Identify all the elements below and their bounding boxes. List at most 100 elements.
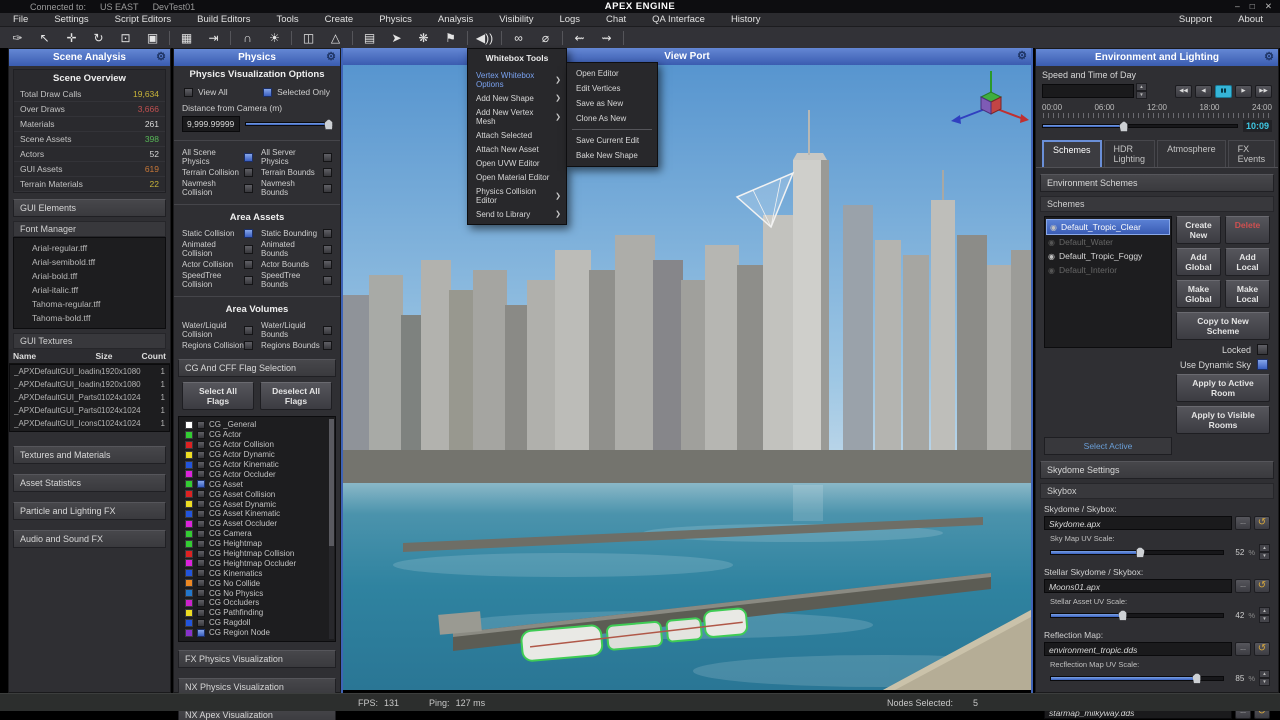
toggle-row[interactable]: Water/Liquid Bounds bbox=[261, 321, 332, 339]
toggle-row[interactable]: Regions Collision bbox=[182, 341, 253, 350]
menu-item[interactable]: Support bbox=[1166, 14, 1225, 25]
select-active-button[interactable]: Select Active bbox=[1044, 437, 1172, 455]
distance-slider[interactable] bbox=[245, 122, 332, 126]
menu-item[interactable]: Analysis bbox=[425, 14, 486, 25]
browse-button[interactable]: ... bbox=[1235, 516, 1251, 530]
checkbox[interactable] bbox=[197, 599, 205, 607]
checkbox[interactable] bbox=[197, 629, 205, 637]
checkbox[interactable] bbox=[197, 530, 205, 538]
checkbox[interactable] bbox=[197, 421, 205, 429]
menu-item[interactable]: Script Editors bbox=[102, 14, 185, 25]
scrollbar[interactable] bbox=[329, 419, 334, 639]
checkbox[interactable] bbox=[197, 470, 205, 478]
scheme-action-button[interactable]: Create New bbox=[1176, 216, 1221, 244]
spinner-down-icon[interactable]: ▼ bbox=[1136, 91, 1147, 99]
col-size[interactable]: Size bbox=[95, 351, 141, 361]
scheme-item[interactable]: ◉ Default_Water bbox=[1045, 235, 1171, 249]
spinner-down-icon[interactable]: ▼ bbox=[1259, 615, 1270, 623]
menu-item[interactable]: Clone As New bbox=[567, 111, 657, 126]
uv-spinner[interactable]: ▲ ▼ bbox=[1259, 670, 1270, 686]
flag-row[interactable]: CG No Collide bbox=[179, 578, 335, 588]
flag-row[interactable]: CG Pathfinding bbox=[179, 608, 335, 618]
flag-row[interactable]: CG Region Node bbox=[179, 628, 335, 638]
checkbox[interactable] bbox=[197, 500, 205, 508]
lattice-icon[interactable]: ❋ bbox=[410, 28, 437, 48]
undo-icon[interactable]: ↺ bbox=[1254, 516, 1270, 530]
flag-row[interactable]: CG Occluders bbox=[179, 598, 335, 608]
collapsed-section[interactable]: Audio and Sound FX bbox=[13, 530, 166, 548]
link-icon[interactable]: ∞ bbox=[505, 28, 532, 48]
checkbox[interactable] bbox=[197, 579, 205, 587]
menu-item[interactable]: File bbox=[0, 14, 41, 25]
unlink-icon[interactable]: ⌀ bbox=[532, 28, 559, 48]
spinner-up-icon[interactable]: ▲ bbox=[1136, 83, 1147, 91]
toggle-row[interactable]: Terrain Bounds bbox=[261, 168, 332, 177]
checkbox[interactable] bbox=[323, 245, 332, 254]
scheme-action-button[interactable]: Make Local bbox=[1225, 280, 1270, 308]
tab[interactable]: Schemes bbox=[1042, 140, 1102, 167]
pause[interactable]: ▮▮ bbox=[1215, 85, 1232, 98]
table-row[interactable]: _APXDefaultGUI_Parts01 1024x1024 1 bbox=[10, 391, 169, 404]
menu-item[interactable]: Chat bbox=[593, 14, 639, 25]
toggle-row[interactable]: All Scene Physics bbox=[182, 148, 253, 166]
section-font-manager[interactable]: Font Manager bbox=[13, 221, 166, 237]
deselect-all-flags-button[interactable]: Deselect All Flags bbox=[260, 382, 332, 410]
menu-item[interactable]: QA Interface bbox=[639, 14, 718, 25]
flag-row[interactable]: CG No Physics bbox=[179, 588, 335, 598]
flag-row[interactable]: CG _General bbox=[179, 420, 335, 430]
flag-row[interactable]: CG Asset Collision bbox=[179, 489, 335, 499]
flag-row[interactable]: CG Camera bbox=[179, 529, 335, 539]
scheme-item[interactable]: ◉ Default_Tropic_Clear bbox=[1046, 219, 1170, 235]
checkbox[interactable] bbox=[184, 88, 193, 97]
checkbox[interactable] bbox=[197, 559, 205, 567]
checkbox[interactable] bbox=[197, 510, 205, 518]
spinner-up-icon[interactable]: ▲ bbox=[1259, 607, 1270, 615]
slider-handle[interactable] bbox=[1192, 673, 1201, 684]
rotate-icon[interactable]: ↻ bbox=[85, 28, 112, 48]
restore[interactable]: □ bbox=[1250, 1, 1255, 12]
walk-to-flag-icon[interactable]: ⇜ bbox=[566, 28, 593, 48]
toggle-row[interactable]: All Server Physics bbox=[261, 148, 332, 166]
gear-icon[interactable]: ⚙ bbox=[326, 50, 336, 63]
toggle-row[interactable]: Actor Bounds bbox=[261, 260, 332, 269]
menu-item[interactable]: Physics Collision Editor ❯ bbox=[468, 184, 566, 207]
toggle-row[interactable]: Animated Collision bbox=[182, 240, 253, 258]
checkbox[interactable] bbox=[197, 520, 205, 528]
checkbox-row[interactable]: View All bbox=[184, 87, 228, 97]
checkbox[interactable] bbox=[323, 276, 332, 285]
section-flag-selection[interactable]: CG And CFF Flag Selection bbox=[178, 359, 336, 377]
gear-icon[interactable]: ⚙ bbox=[1017, 49, 1027, 62]
menu-item[interactable]: Edit Vertices bbox=[567, 81, 657, 96]
menu-item[interactable]: Tools bbox=[263, 14, 311, 25]
flag-row[interactable]: CG Asset bbox=[179, 479, 335, 489]
browse-button[interactable]: ... bbox=[1235, 642, 1251, 656]
flag-row[interactable]: CG Actor Collision bbox=[179, 440, 335, 450]
checkbox[interactable] bbox=[197, 490, 205, 498]
select-cursor-icon[interactable]: ↖ bbox=[31, 28, 58, 48]
section-skydome-settings[interactable]: Skydome Settings bbox=[1040, 461, 1274, 479]
menu-item[interactable]: History bbox=[718, 14, 774, 25]
checkbox[interactable] bbox=[244, 245, 253, 254]
checkbox[interactable] bbox=[197, 550, 205, 558]
select-all-flags-button[interactable]: Select All Flags bbox=[182, 382, 254, 410]
toggle-row[interactable]: Actor Collision bbox=[182, 260, 253, 269]
scheme-action-button[interactable]: Add Global bbox=[1176, 248, 1221, 276]
flag-row[interactable]: CG Heightmap bbox=[179, 539, 335, 549]
menu-item[interactable]: Open UVW Editor bbox=[468, 156, 566, 170]
font-item[interactable]: Tahoma-bold.tff bbox=[14, 311, 165, 325]
checkbox[interactable] bbox=[197, 461, 205, 469]
menu-item[interactable]: Settings bbox=[41, 14, 101, 25]
checkbox[interactable] bbox=[323, 153, 332, 162]
speed-spinner[interactable]: ▲ ▼ bbox=[1136, 83, 1147, 99]
region-select-icon[interactable]: ▣ bbox=[139, 28, 166, 48]
apply-button[interactable]: Apply to Visible Rooms bbox=[1176, 406, 1270, 434]
flag-row[interactable]: CG Actor bbox=[179, 430, 335, 440]
paint-tool-icon[interactable]: ✑ bbox=[4, 28, 31, 48]
menu-item[interactable]: Save Current Edit bbox=[567, 133, 657, 148]
checkbox[interactable] bbox=[323, 326, 332, 335]
toggle-row[interactable]: Navmesh Bounds bbox=[261, 179, 332, 197]
toggle-row[interactable]: SpeedTree Bounds bbox=[261, 271, 332, 289]
undo-icon[interactable]: ↺ bbox=[1254, 642, 1270, 656]
gear-icon[interactable]: ⚙ bbox=[156, 50, 166, 63]
library-icon[interactable]: ▤ bbox=[356, 28, 383, 48]
